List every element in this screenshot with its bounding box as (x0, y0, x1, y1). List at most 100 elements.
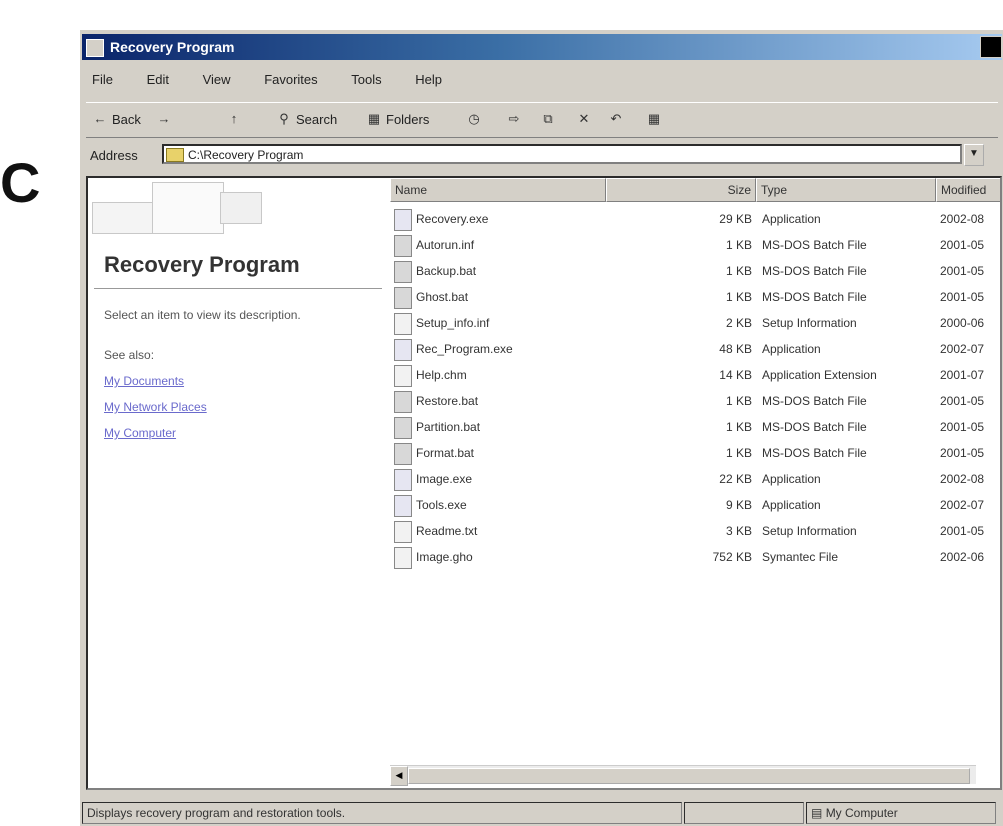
panel-letter: C (0, 151, 41, 214)
window-title: Recovery Program (110, 39, 235, 55)
menu-help[interactable]: Help (413, 70, 444, 89)
content-area: Recovery Program Select an item to view … (86, 176, 1002, 790)
file-row[interactable]: Restore.bat 1 KB MS-DOS Batch File 2001-05 (390, 388, 1000, 414)
scroll-left-icon[interactable]: ◀ (390, 766, 408, 786)
menu-file[interactable]: File (90, 70, 115, 89)
title-bar[interactable]: Recovery Program (82, 34, 1002, 60)
status-zone-label: My Computer (825, 806, 898, 820)
file-type: MS-DOS Batch File (762, 420, 867, 434)
link-my-computer[interactable]: My Computer (104, 426, 176, 440)
views-icon: ▦ (647, 111, 661, 126)
file-row[interactable]: Help.chm 14 KB Application Extension 2001-0… (390, 362, 1000, 388)
file-name: Tools.exe (416, 498, 467, 512)
folders-label: Folders (386, 111, 430, 127)
up-folder-icon: ↑ (230, 111, 238, 126)
search-icon: ⚲ (279, 111, 289, 126)
file-modified: 2002-07 (940, 342, 985, 356)
move-to-icon: ⇨ (508, 111, 520, 126)
copy-to-button[interactable]: ⧉ (540, 111, 556, 127)
column-header-type[interactable]: Type (756, 178, 936, 202)
file-name: Restore.bat (416, 394, 479, 408)
back-button[interactable]: ← Back (92, 111, 141, 127)
history-button[interactable]: ◷ (466, 111, 482, 127)
document-icon (394, 365, 412, 387)
computer-icon: ▤ (811, 806, 823, 820)
file-modified: 2000-06 (940, 316, 985, 330)
column-header-name[interactable]: Name (390, 178, 606, 202)
go-button[interactable] (988, 144, 998, 164)
file-name: Readme.txt (416, 524, 478, 538)
views-button[interactable]: ▦ (646, 111, 662, 127)
column-header-modified[interactable]: Modified (936, 178, 1000, 202)
up-button[interactable]: ↑ (226, 111, 242, 127)
file-row[interactable]: Format.bat 1 KB MS-DOS Batch File 2001-05 (390, 440, 1000, 466)
history-icon: ◷ (468, 111, 480, 126)
forward-button[interactable]: → (156, 111, 172, 127)
file-row[interactable]: Recovery.exe 29 KB Application 2002-08 (390, 206, 1000, 232)
batch-file-icon (394, 443, 412, 465)
file-type: MS-DOS Batch File (762, 394, 867, 408)
file-type: Application (762, 212, 821, 226)
horizontal-scrollbar[interactable]: ◀ (390, 765, 976, 786)
file-size: 22 KB (719, 472, 752, 486)
file-size: 14 KB (719, 368, 752, 382)
link-my-network-places[interactable]: My Network Places (104, 400, 207, 414)
file-row[interactable]: Image.exe 22 KB Application 2002-08 (390, 466, 1000, 492)
folder-banner-graphic (92, 182, 272, 242)
address-dropdown-icon[interactable]: ▼ (964, 144, 984, 166)
file-modified: 2001-05 (940, 420, 985, 434)
menu-edit[interactable]: Edit (145, 70, 171, 89)
link-my-documents[interactable]: My Documents (104, 374, 184, 388)
file-size: 3 KB (725, 524, 752, 538)
document-icon (394, 547, 412, 569)
folder-title: Recovery Program (104, 252, 300, 277)
folders-button[interactable]: ▦ Folders (366, 111, 430, 127)
file-type: MS-DOS Batch File (762, 264, 867, 278)
file-list: Name Size Type Modified Recovery.exe 29 K… (390, 178, 1000, 788)
menu-tools[interactable]: Tools (349, 70, 383, 89)
file-type: Application (762, 498, 821, 512)
search-button[interactable]: ⚲ Search (276, 111, 337, 127)
close-icon[interactable] (980, 36, 1002, 58)
batch-file-icon (394, 287, 412, 309)
undo-button[interactable]: ↶ (608, 111, 624, 127)
status-bar: Displays recovery program and restoratio… (82, 802, 998, 824)
file-modified: 2001-05 (940, 264, 985, 278)
forward-arrow-icon: → (157, 111, 171, 126)
application-icon (394, 495, 412, 517)
file-row[interactable]: Partition.bat 1 KB MS-DOS Batch File 2001-0… (390, 414, 1000, 440)
file-name: Autorun.inf (416, 238, 475, 252)
file-row[interactable]: Rec_Program.exe 48 KB Application 2002-07 (390, 336, 1000, 362)
file-modified: 2002-06 (940, 550, 985, 564)
menu-favorites[interactable]: Favorites (262, 70, 319, 89)
web-view-pane: Recovery Program Select an item to view … (88, 178, 388, 788)
file-size: 1 KB (725, 238, 752, 252)
file-row[interactable]: Tools.exe 9 KB Application 2002-07 (390, 492, 1000, 518)
file-size: 1 KB (725, 446, 752, 460)
address-bar: Address C:\Recovery Program ▼ (86, 142, 998, 170)
file-row[interactable]: Readme.txt 3 KB Setup Information 2001-05 (390, 518, 1000, 544)
file-name: Image.exe (416, 472, 473, 486)
file-row[interactable]: Ghost.bat 1 KB MS-DOS Batch File 2001-05 (390, 284, 1000, 310)
file-type: Setup Information (762, 524, 857, 538)
file-row[interactable]: Setup_info.inf 2 KB Setup Information 2000-… (390, 310, 1000, 336)
file-row[interactable]: Autorun.inf 1 KB MS-DOS Batch File 2001-05 (390, 232, 1000, 258)
undo-icon: ↶ (610, 111, 622, 126)
file-row[interactable]: Backup.bat 1 KB MS-DOS Batch File 2001-05 (390, 258, 1000, 284)
menu-view[interactable]: View (201, 70, 233, 89)
file-row[interactable]: Image.gho 752 KB Symantec File 2002-06 (390, 544, 1000, 570)
scrollbar-thumb[interactable] (408, 768, 970, 784)
file-name: Recovery.exe (416, 212, 489, 226)
file-size: 48 KB (719, 342, 752, 356)
file-name: Partition.bat (416, 420, 481, 434)
delete-button[interactable]: ✕ (576, 111, 592, 127)
move-to-button[interactable]: ⇨ (506, 111, 522, 127)
setup-info-icon (394, 313, 412, 335)
file-name: Help.chm (416, 368, 467, 382)
divider (94, 288, 382, 289)
batch-file-icon (394, 261, 412, 283)
file-size: 1 KB (725, 290, 752, 304)
file-name: Ghost.bat (416, 290, 469, 304)
address-input[interactable]: C:\Recovery Program (162, 144, 962, 164)
column-header-size[interactable]: Size (606, 178, 756, 202)
